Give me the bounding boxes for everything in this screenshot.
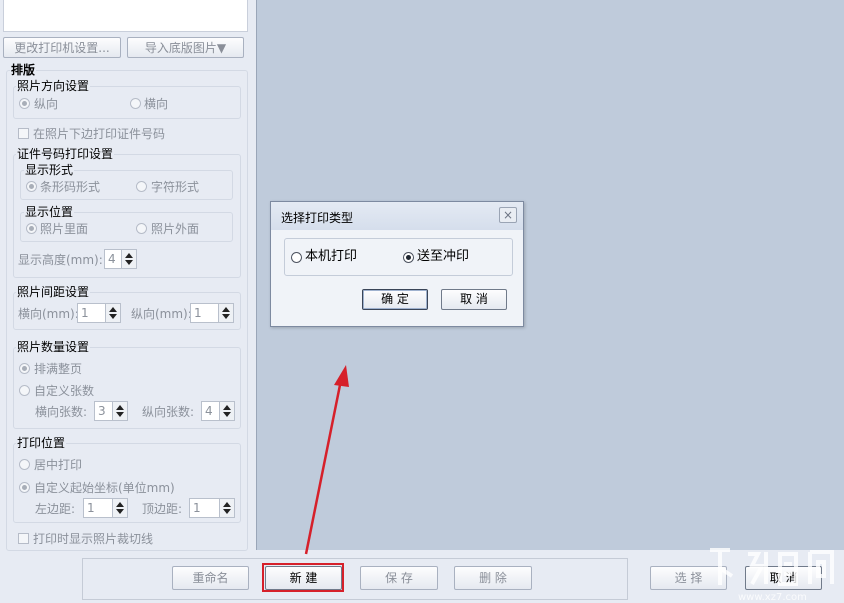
watermark-glyphs <box>710 548 834 586</box>
new-button-highlight <box>262 563 344 592</box>
delete-button[interactable]: 删 除 <box>454 566 532 590</box>
bottom-toolbar <box>82 558 628 600</box>
watermark-logo: www.xz7.com <box>710 548 834 603</box>
rename-button[interactable]: 重命名 <box>172 566 249 590</box>
arrow-head <box>334 365 349 387</box>
watermark-url: www.xz7.com <box>738 592 807 603</box>
save-button[interactable]: 保 存 <box>360 566 438 590</box>
annotation-arrow <box>304 365 349 555</box>
arrow-shaft <box>304 379 343 555</box>
